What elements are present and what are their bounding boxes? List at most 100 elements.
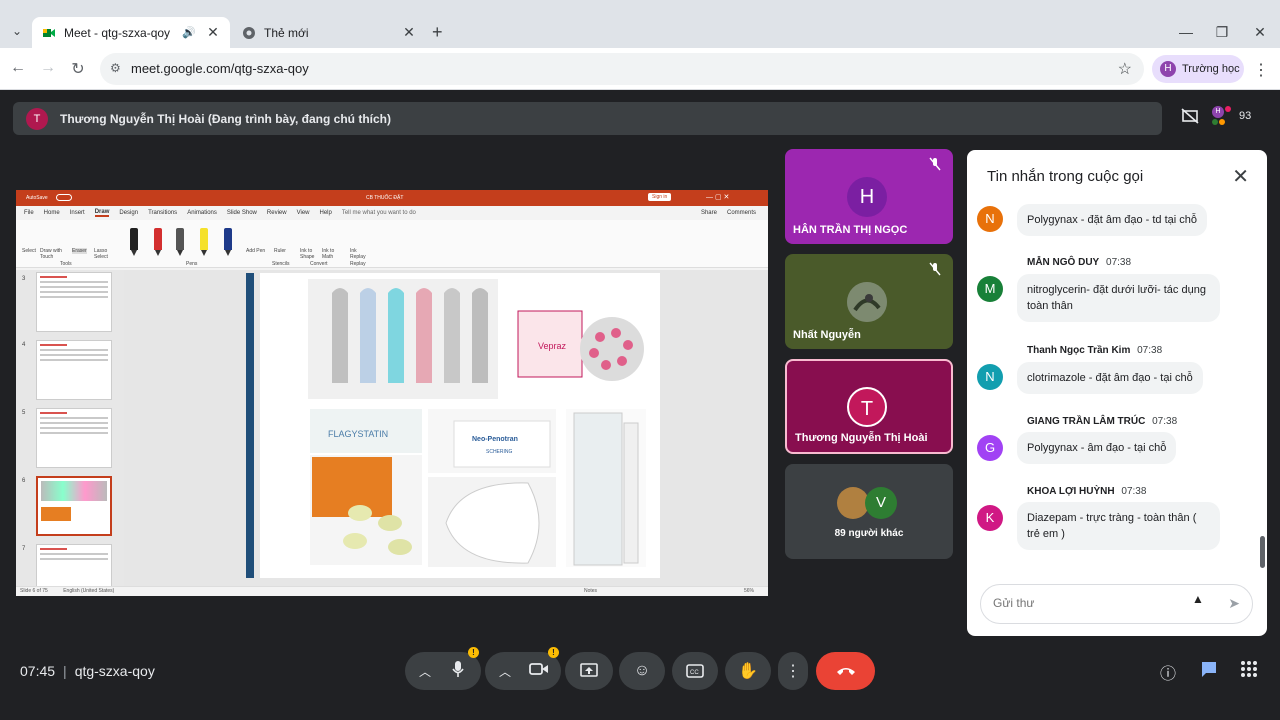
- highlighter-yellow-icon[interactable]: [200, 228, 208, 256]
- sender-avatar: G: [977, 435, 1003, 461]
- ppt-window-controls[interactable]: — ▢ ✕: [706, 193, 729, 201]
- sender-avatar: N: [977, 206, 1003, 232]
- meeting-details-icon[interactable]: ⓘ: [1160, 660, 1176, 684]
- close-chat-icon[interactable]: ✕: [1232, 164, 1249, 189]
- ppt-sign-in[interactable]: Sign in: [648, 193, 672, 201]
- participants-button[interactable]: H 93: [1212, 106, 1251, 125]
- mic-options-icon[interactable]: ︿: [419, 663, 431, 680]
- ppt-menu-view[interactable]: View: [297, 210, 310, 216]
- camera-icon[interactable]: [529, 662, 549, 681]
- ppt-tool-draw-touch[interactable]: Draw with Touch: [40, 248, 70, 260]
- ppt-share[interactable]: Share: [701, 210, 717, 216]
- more-options-button[interactable]: ⋮: [778, 652, 808, 690]
- ppt-menu-design[interactable]: Design: [119, 210, 138, 216]
- speaker-icon[interactable]: 🔊: [182, 26, 196, 39]
- chat-scrollbar[interactable]: [1260, 536, 1265, 568]
- ppt-comments[interactable]: Comments: [727, 210, 756, 216]
- ppt-tool-select[interactable]: Select: [22, 248, 36, 254]
- chat-message-input[interactable]: [993, 596, 1193, 610]
- status-zoom[interactable]: 56%: [744, 587, 754, 596]
- ppt-menu-draw[interactable]: Draw: [94, 209, 110, 217]
- camera-options-icon[interactable]: ︿: [499, 663, 511, 680]
- ppt-tell-me[interactable]: Tell me what you want to do: [342, 210, 416, 216]
- message-time: 07:38: [1137, 345, 1163, 356]
- pen-black-icon[interactable]: [130, 228, 138, 256]
- chat-icon[interactable]: [1200, 660, 1218, 683]
- restore-icon[interactable]: ❐: [1212, 24, 1232, 41]
- participant-tile[interactable]: Nhất Nguyễn: [785, 254, 953, 349]
- ppt-menu-home[interactable]: Home: [44, 210, 60, 216]
- reload-icon[interactable]: ↻: [68, 59, 88, 79]
- slide-thumb[interactable]: [36, 340, 112, 400]
- tab-meet[interactable]: Meet - qtg-szxa-qoy 🔊 ✕: [32, 17, 230, 48]
- schering-label: SCHERING: [486, 449, 513, 455]
- close-icon[interactable]: ✕: [206, 24, 220, 41]
- browser-menu-icon[interactable]: ⋮: [1253, 60, 1269, 80]
- tab-search-icon[interactable]: ⌄: [6, 20, 28, 42]
- site-info-icon[interactable]: ⚙: [110, 61, 121, 75]
- url-text[interactable]: meet.google.com/qtg-szxa-qoy: [131, 61, 309, 76]
- participant-avatar: T: [847, 387, 887, 427]
- microphone-icon[interactable]: [451, 660, 465, 683]
- slide-thumb[interactable]: [36, 272, 112, 332]
- message-time: 07:38: [1106, 257, 1132, 268]
- activities-icon[interactable]: [1240, 660, 1258, 683]
- ppt-group-tools: Tools: [60, 261, 72, 267]
- sender-name: GIANG TRẦN LÂM TRÚC: [1027, 416, 1146, 427]
- ppt-tool-ruler[interactable]: Ruler: [274, 248, 286, 254]
- ppt-tool-lasso[interactable]: Lasso Select: [94, 248, 114, 260]
- sender-name: MẪN NGÔ DUY: [1027, 257, 1100, 268]
- ppt-menu-file[interactable]: File: [24, 210, 34, 216]
- ppt-menu-animations[interactable]: Animations: [187, 210, 217, 216]
- ppt-tool-add-pen[interactable]: Add Pen: [246, 248, 265, 254]
- close-icon[interactable]: ✕: [402, 24, 416, 41]
- ppt-menu-insert[interactable]: Insert: [70, 210, 85, 216]
- new-tab-icon[interactable]: +: [432, 22, 443, 42]
- leave-call-button[interactable]: [816, 652, 875, 690]
- forward-icon[interactable]: →: [38, 59, 58, 77]
- suppository-products-image: Vepraz FLAGYSTATIN Neo-Penotran SCHERING: [308, 277, 646, 567]
- slide-thumb-selected[interactable]: [36, 476, 112, 536]
- ppt-tool-ink-replay[interactable]: Ink Replay: [350, 248, 370, 260]
- tab-title: Meet - qtg-szxa-qoy: [64, 25, 171, 40]
- ppt-menu-help[interactable]: Help: [320, 210, 332, 216]
- send-icon[interactable]: ➤: [1228, 595, 1240, 612]
- back-icon[interactable]: ←: [8, 59, 28, 77]
- sender-avatar: N: [977, 364, 1003, 390]
- status-notes[interactable]: Notes: [584, 587, 597, 596]
- current-slide: Vepraz FLAGYSTATIN Neo-Penotran SCHERING: [246, 273, 660, 578]
- chat-message: Polygynax - âm đạo - tại chỗ: [1017, 432, 1177, 464]
- ppt-ribbon: Select Draw with Touch Eraser Lasso Sele…: [16, 220, 768, 268]
- pen-red-icon[interactable]: [154, 228, 162, 256]
- address-bar[interactable]: ⚙ meet.google.com/qtg-szxa-qoy ☆: [100, 53, 1144, 85]
- bookmark-star-icon[interactable]: ☆: [1118, 59, 1132, 79]
- participant-tile[interactable]: H HÂN TRẦN THỊ NGỌC: [785, 149, 953, 244]
- others-tile[interactable]: V 89 người khác: [785, 464, 953, 559]
- raise-hand-button[interactable]: ✋: [725, 652, 771, 690]
- profile-button[interactable]: H Trường học: [1152, 55, 1244, 83]
- ppt-tool-eraser[interactable]: Eraser: [72, 248, 87, 254]
- captions-button[interactable]: CC: [672, 652, 718, 690]
- ppt-tool-ink-shape[interactable]: Ink to Shape: [300, 248, 320, 260]
- slide-number: 5: [22, 410, 26, 416]
- ppt-tool-ink-math[interactable]: Ink to Math: [322, 248, 342, 260]
- slide-thumb[interactable]: [36, 408, 112, 468]
- chat-panel: Tin nhắn trong cuộc gọi ✕ N Polygynax - …: [967, 150, 1267, 636]
- participant-avatar: V: [865, 487, 897, 519]
- meeting-info: 07:45 | qtg-szxa-qoy: [20, 663, 155, 679]
- sender-name: Thanh Ngọc Trần Kim: [1027, 345, 1131, 356]
- hide-presentation-icon[interactable]: [1181, 108, 1199, 128]
- pen-gray-icon[interactable]: [176, 228, 184, 256]
- autosave-toggle[interactable]: [56, 194, 72, 201]
- window-close-icon[interactable]: ✕: [1250, 24, 1270, 41]
- tab-new[interactable]: Thẻ mới ✕: [232, 17, 426, 48]
- ppt-menu-review[interactable]: Review: [267, 210, 287, 216]
- minimize-icon[interactable]: —: [1176, 24, 1196, 40]
- ppt-menu-slideshow[interactable]: Slide Show: [227, 210, 257, 216]
- participant-tile-presenter[interactable]: T Thương Nguyễn Thị Hoài: [785, 359, 953, 454]
- present-button[interactable]: [565, 652, 613, 690]
- chat-input-box[interactable]: ➤: [980, 584, 1253, 624]
- ppt-menu-transitions[interactable]: Transitions: [148, 210, 177, 216]
- emoji-button[interactable]: ☺: [619, 652, 665, 690]
- pen-blue-icon[interactable]: [224, 228, 232, 256]
